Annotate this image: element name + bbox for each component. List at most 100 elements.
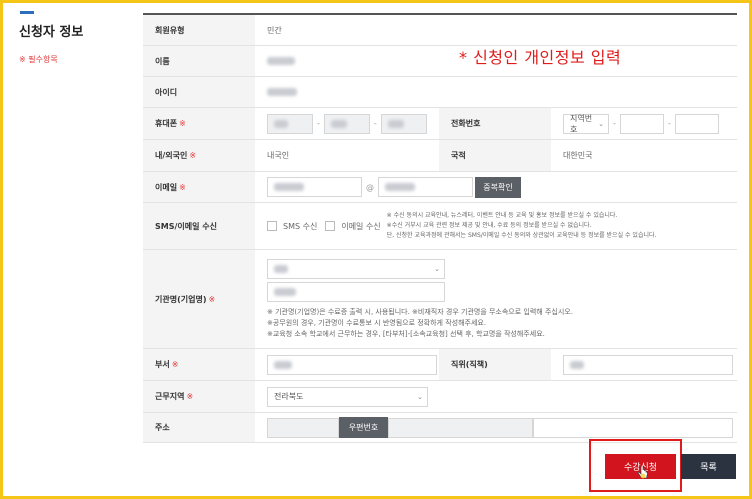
address-main-input[interactable] [388,417,533,438]
org-notes: ※ 기관명(기업명)은 수료증 출력 시, 사용됩니다. ※비재직자 경우 기관… [267,307,573,340]
org-note-3: ※교육청 소속 학교에서 근무하는 경우, [타부처]-[소속교육청] 선택 후… [267,329,545,338]
receive-note-2: ※수신 거부시 교육 관련 정보 제공 및 안내, 수료 등의 정보를 받으실 … [386,222,592,229]
position-value [551,349,737,380]
email-id-input[interactable] [267,177,362,197]
email-domain-input[interactable] [378,177,473,197]
member-type-label: 회원유형 [143,15,255,45]
nationality-type-value: 내국인 [267,151,290,160]
zipcode-input[interactable] [267,417,339,438]
section-accent-bar [20,11,34,14]
phone-part3-input[interactable] [674,113,719,134]
country-label: 국적 [439,140,551,171]
address-detail-input[interactable] [533,417,733,438]
personal-info-annotation: * 신청인 개인정보 입력 [459,48,622,67]
section-title: 신청자 정보 [19,25,84,40]
email-checkbox[interactable] [325,221,336,231]
position-input[interactable] [563,354,733,375]
chevron-down-icon: ⌄ [598,119,604,128]
receive-note-1: ※ 수신 동의시 교육안내, 뉴스레터, 이벤트 안내 등 교육 및 홍보 정보… [386,212,618,219]
nationality-type-label: 내/외국인 ※ [143,140,255,171]
position-label-text: 직위(직책) [451,360,488,369]
region-value: 전라북도 ⌄ [255,381,737,412]
row-receive: SMS/이메일 수신 SMS 수신 이메일 수신 ※ 수신 동의시 교육안내, … [143,203,737,250]
org-label-text: 기관명(기업명) [155,294,207,304]
row-phone: 휴대폰 ※ - - 전화번호 지역번호 ⌄ - - [143,108,737,140]
receive-label-text: SMS/이메일 수신 [155,221,217,231]
chevron-down-icon: ⌄ [434,264,440,273]
row-email: 이메일 ※ @ 중복확인 [143,172,737,203]
row-nationality: 내/외국인 ※ 내국인 국적 대한민국 [143,140,737,172]
sms-checkbox[interactable] [267,221,277,231]
phone-label: 전화번호 [439,108,551,139]
org-note-2: ※공무원의 경우, 기관명이 수료통보 시 반영됨으로 정확하게 작성해주세요. [267,318,487,327]
org-note-1: ※ 기관명(기업명)은 수료증 출력 시, 사용됩니다. ※비재직자 경우 기관… [267,307,573,316]
mobile-label: 휴대폰 ※ [143,108,255,139]
nationality-type-label-text: 내/외국인 [155,151,188,160]
dept-label: 부서 ※ [143,349,255,380]
email-label: 이메일 ※ [143,172,255,202]
phone-dash-2: - [667,119,671,128]
org-label: 기관명(기업명) ※ [143,250,255,348]
mobile-dash-1: - [317,119,320,128]
name-blurred [267,57,295,65]
email-label-text: 이메일 [155,182,178,192]
dept-required-mark: ※ [171,360,179,369]
area-code-select-text: 지역번호 [570,113,593,134]
member-type-label-text: 회원유형 [155,25,185,35]
region-label: 근무지역 ※ [143,381,255,412]
chevron-down-icon: ⌄ [417,392,423,401]
user-id-blurred [267,88,297,96]
org-category-select[interactable]: ⌄ [267,258,445,279]
submit-highlight-box [589,439,682,492]
sms-checkbox-label: SMS 수신 [283,221,318,231]
org-value: ⌄ ※ 기관명(기업명)은 수료증 출력 시, 사용됩니다. ※비재직자 경우 … [255,250,737,348]
row-name: 이름 [143,46,737,77]
country-value: 대한민국 [563,151,593,160]
mobile-required-mark: ※ [179,119,186,128]
row-organization: 기관명(기업명) ※ ⌄ ※ 기관명(기업명)은 수료증 출력 시, 사용됩니다.… [143,250,737,349]
hand-cursor-icon [638,466,648,479]
member-type-value: 민간 [267,25,282,35]
mobile-value: - - [255,108,439,139]
org-name-input[interactable] [267,281,445,302]
position-label: 직위(직책) [439,349,551,380]
mobile-dash-2: - [373,119,377,128]
country-label-text: 국적 [451,151,466,160]
user-id-value [255,77,737,107]
receive-value: SMS 수신 이메일 수신 ※ 수신 동의시 교육안내, 뉴스레터, 이벤트 안… [255,203,737,249]
region-select-text: 전라북도 [274,392,304,401]
mobile-part3-input[interactable] [380,113,427,134]
dept-value [255,349,439,380]
dept-label-text: 부서 [155,360,170,369]
phone-value: 지역번호 ⌄ - - [551,108,737,139]
mobile-label-text: 휴대폰 [155,119,178,128]
row-dept: 부서 ※ 직위(직책) [143,349,737,381]
mobile-part1-input[interactable] [267,113,313,134]
area-code-select[interactable]: 지역번호 ⌄ [563,113,609,134]
address-value: 우편번호 [255,413,737,442]
user-id-label-text: 아이디 [155,87,178,97]
email-checkbox-label: 이메일 수신 [341,221,381,231]
mobile-part2-input[interactable] [323,113,370,134]
phone-part2-input[interactable] [619,113,664,134]
row-member-type: 회원유형 민간 [143,15,737,46]
row-region: 근무지역 ※ 전라북도 ⌄ [143,381,737,413]
region-label-text: 근무지역 [155,392,185,401]
email-dup-check-button[interactable]: 중복확인 [475,176,521,198]
receive-label: SMS/이메일 수신 [143,203,255,249]
list-button[interactable]: 목록 [681,454,736,479]
dept-input[interactable] [267,354,437,375]
receive-note-3: 단, 신청한 교육과정에 관해서는 SMS/이메일 수신 동의와 상관없이 교육… [386,232,657,239]
phone-label-text: 전화번호 [451,119,481,128]
region-select[interactable]: 전라북도 ⌄ [267,386,428,407]
row-user-id: 아이디 [143,77,737,108]
address-label-text: 주소 [155,423,170,432]
region-required-mark: ※ [186,392,194,401]
name-label-text: 이름 [155,56,170,66]
email-value: @ 중복확인 [255,172,737,202]
nationality-required-mark: ※ [189,151,197,160]
zipcode-search-button[interactable]: 우편번호 [339,417,388,438]
org-required-mark: ※ [208,294,216,304]
phone-dash-1: - [613,119,616,128]
user-id-label: 아이디 [143,77,255,107]
